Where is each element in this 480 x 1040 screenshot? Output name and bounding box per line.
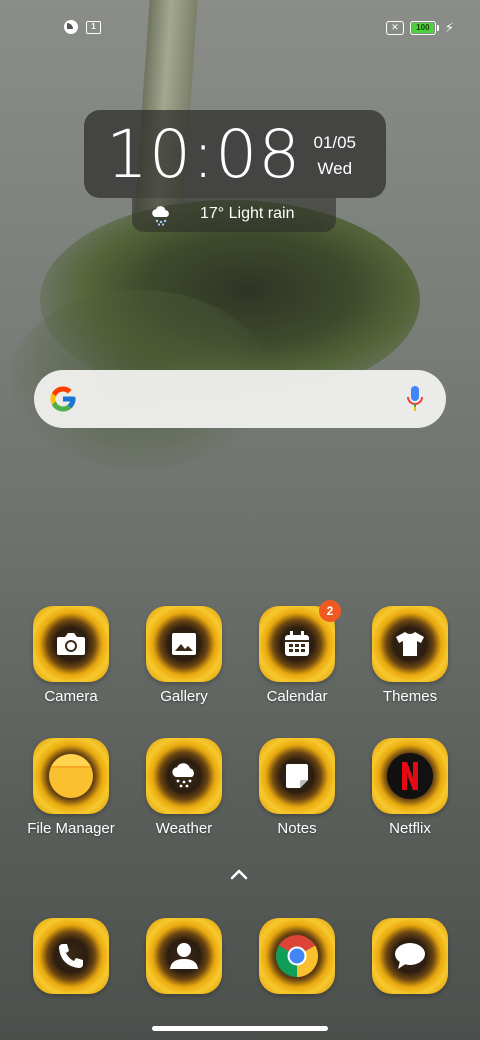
app-netflix[interactable]: Netflix bbox=[355, 738, 465, 837]
app-icon-bg bbox=[33, 918, 109, 994]
sim-off-icon: ✕ bbox=[385, 21, 404, 35]
note-icon bbox=[286, 764, 308, 788]
app-label: Calendar bbox=[266, 688, 328, 705]
notification-badge: 2 bbox=[319, 600, 341, 622]
clock-day: Wed bbox=[317, 159, 353, 178]
status-bar: 1 ✕ 100 ⚡ bbox=[0, 14, 480, 42]
netflix-icon bbox=[387, 753, 433, 799]
app-icon-bg bbox=[146, 918, 222, 994]
clock-time: 10:08 bbox=[106, 116, 302, 193]
app-camera[interactable]: Camera bbox=[16, 606, 126, 705]
google-g-icon bbox=[50, 386, 76, 412]
chrome-icon bbox=[275, 935, 319, 977]
app-icon-bg bbox=[146, 738, 222, 814]
dock-chrome[interactable] bbox=[242, 918, 352, 994]
app-icon-bg bbox=[33, 738, 109, 814]
clock-date: 01/05 bbox=[313, 133, 356, 152]
app-icon-bg bbox=[259, 738, 335, 814]
app-label: Gallery bbox=[160, 688, 208, 705]
weather-text: 17° Light rain bbox=[200, 205, 295, 222]
tshirt-icon bbox=[396, 632, 424, 656]
messages-icon bbox=[395, 943, 425, 969]
app-label: Camera bbox=[44, 688, 98, 705]
app-icon-bg bbox=[33, 606, 109, 682]
app-label: Themes bbox=[382, 688, 438, 705]
app-icon-bg bbox=[372, 918, 448, 994]
app-icon-bg bbox=[372, 738, 448, 814]
battery-icon: 100 bbox=[409, 21, 439, 35]
app-themes[interactable]: Themes bbox=[355, 606, 465, 705]
dock-phone[interactable] bbox=[16, 918, 126, 994]
app-icon-bg bbox=[259, 918, 335, 994]
google-search-bar[interactable] bbox=[34, 370, 446, 428]
contacts-icon bbox=[170, 943, 198, 969]
dock-contacts[interactable] bbox=[129, 918, 239, 994]
dock-messages[interactable] bbox=[355, 918, 465, 994]
mic-icon[interactable] bbox=[406, 385, 424, 413]
weather-widget[interactable]: 17° Light rain bbox=[132, 198, 336, 232]
clock-widget[interactable]: 10:08 01/05 Wed bbox=[84, 110, 386, 198]
screen-icon: 1 bbox=[86, 20, 101, 34]
app-weather[interactable]: Weather bbox=[129, 738, 239, 837]
app-label: Netflix bbox=[389, 820, 431, 837]
folder-icon bbox=[49, 754, 93, 798]
charging-icon: ⚡ bbox=[444, 20, 454, 35]
app-icon-bg: 2 bbox=[259, 600, 341, 682]
camera-icon bbox=[57, 633, 85, 655]
app-calendar[interactable]: 2 Calendar bbox=[242, 600, 352, 705]
battery-level: 100 bbox=[411, 23, 434, 33]
snow-cloud-icon bbox=[172, 763, 194, 788]
app-label: Notes bbox=[277, 820, 317, 837]
app-icon-bg bbox=[372, 606, 448, 682]
status-left: 1 bbox=[64, 20, 101, 34]
clock-date-block: 01/05 Wed bbox=[313, 130, 356, 182]
app-icon-bg bbox=[146, 606, 222, 682]
image-icon bbox=[172, 633, 196, 655]
calendar-icon bbox=[285, 631, 309, 656]
app-file-manager[interactable]: File Manager bbox=[16, 738, 126, 837]
app-label: File Manager bbox=[27, 820, 115, 837]
app-notes[interactable]: Notes bbox=[242, 738, 352, 837]
home-indicator[interactable] bbox=[152, 1026, 328, 1031]
chevron-up-icon[interactable] bbox=[228, 866, 250, 882]
rain-cloud-icon bbox=[152, 206, 169, 226]
status-right: ✕ 100 ⚡ bbox=[385, 20, 454, 36]
app-label: Weather bbox=[155, 820, 213, 837]
notification-icon bbox=[64, 20, 78, 34]
app-gallery[interactable]: Gallery bbox=[129, 606, 239, 705]
phone-icon bbox=[59, 944, 83, 968]
